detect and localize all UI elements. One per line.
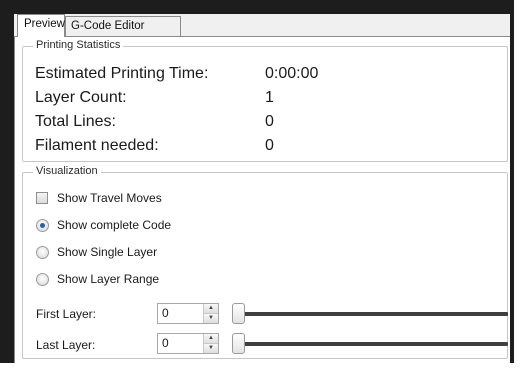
- last-layer-value[interactable]: 0: [162, 336, 169, 351]
- tab-strip: Preview G-Code Editor: [14, 14, 510, 37]
- show-complete-code-radio[interactable]: [36, 219, 49, 232]
- first-layer-slider[interactable]: [232, 303, 508, 325]
- first-layer-slider-track[interactable]: [234, 312, 508, 316]
- spin-up-arrow-icon[interactable]: ▲: [204, 304, 218, 314]
- first-layer-spinner[interactable]: 0 ▲ ▼: [157, 303, 219, 324]
- show-complete-code-label[interactable]: Show complete Code: [57, 218, 171, 233]
- show-travel-moves-label[interactable]: Show Travel Moves: [57, 191, 162, 206]
- last-layer-label: Last Layer:: [36, 338, 96, 352]
- stat-label-total-lines: Total Lines:: [35, 113, 116, 130]
- last-layer-slider-track[interactable]: [234, 342, 508, 346]
- stat-value-layer-count: 1: [265, 89, 274, 106]
- stat-value-filament-needed: 0: [265, 137, 274, 154]
- first-layer-slider-thumb[interactable]: [232, 303, 245, 324]
- stat-label-layer-count: Layer Count:: [35, 89, 127, 106]
- spin-down-arrow-icon[interactable]: ▼: [204, 314, 218, 323]
- last-layer-slider[interactable]: [232, 333, 508, 355]
- first-layer-value[interactable]: 0: [162, 306, 169, 321]
- visualization-title: Visualization: [33, 165, 101, 177]
- stat-value-estimated-time: 0:00:00: [265, 65, 319, 82]
- last-layer-slider-thumb[interactable]: [232, 333, 245, 354]
- show-travel-moves-checkbox[interactable]: [36, 192, 48, 204]
- printing-statistics-title: Printing Statistics: [33, 39, 124, 51]
- first-layer-label: First Layer:: [36, 307, 97, 321]
- tab-gcode-editor[interactable]: G-Code Editor: [65, 16, 181, 36]
- show-single-layer-label[interactable]: Show Single Layer: [57, 245, 157, 260]
- last-layer-spinner-buttons: ▲ ▼: [203, 334, 218, 353]
- stat-label-filament-needed: Filament needed:: [35, 137, 159, 154]
- stat-value-total-lines: 0: [265, 113, 274, 130]
- last-layer-spinner[interactable]: 0 ▲ ▼: [157, 333, 219, 354]
- show-layer-range-radio[interactable]: [36, 273, 49, 286]
- spin-up-arrow-icon[interactable]: ▲: [204, 334, 218, 344]
- tab-preview[interactable]: Preview: [17, 14, 65, 37]
- stat-label-estimated-time: Estimated Printing Time:: [35, 65, 209, 82]
- show-single-layer-radio[interactable]: [36, 246, 49, 259]
- show-layer-range-label[interactable]: Show Layer Range: [57, 272, 159, 287]
- spin-down-arrow-icon[interactable]: ▼: [204, 344, 218, 353]
- first-layer-spinner-buttons: ▲ ▼: [203, 304, 218, 323]
